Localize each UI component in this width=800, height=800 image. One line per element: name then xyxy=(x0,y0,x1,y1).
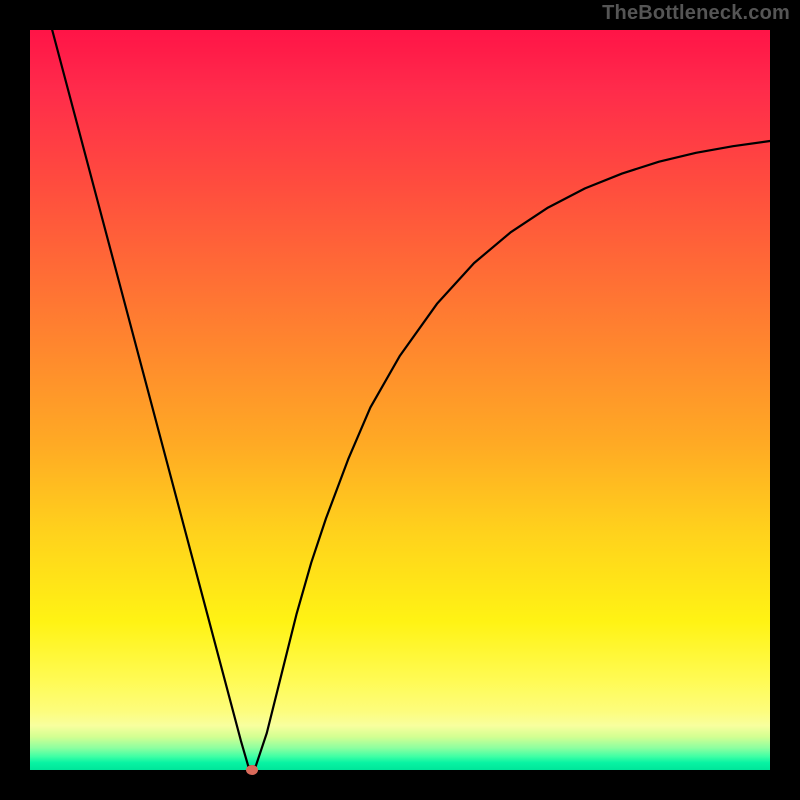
bottleneck-curve-svg xyxy=(30,30,770,770)
minimum-marker-dot xyxy=(246,765,258,775)
curve-left-branch xyxy=(52,30,248,766)
curve-right-branch xyxy=(256,141,770,766)
stage: TheBottleneck.com xyxy=(0,0,800,800)
watermark-text: TheBottleneck.com xyxy=(602,2,790,25)
plot-area xyxy=(30,30,770,770)
